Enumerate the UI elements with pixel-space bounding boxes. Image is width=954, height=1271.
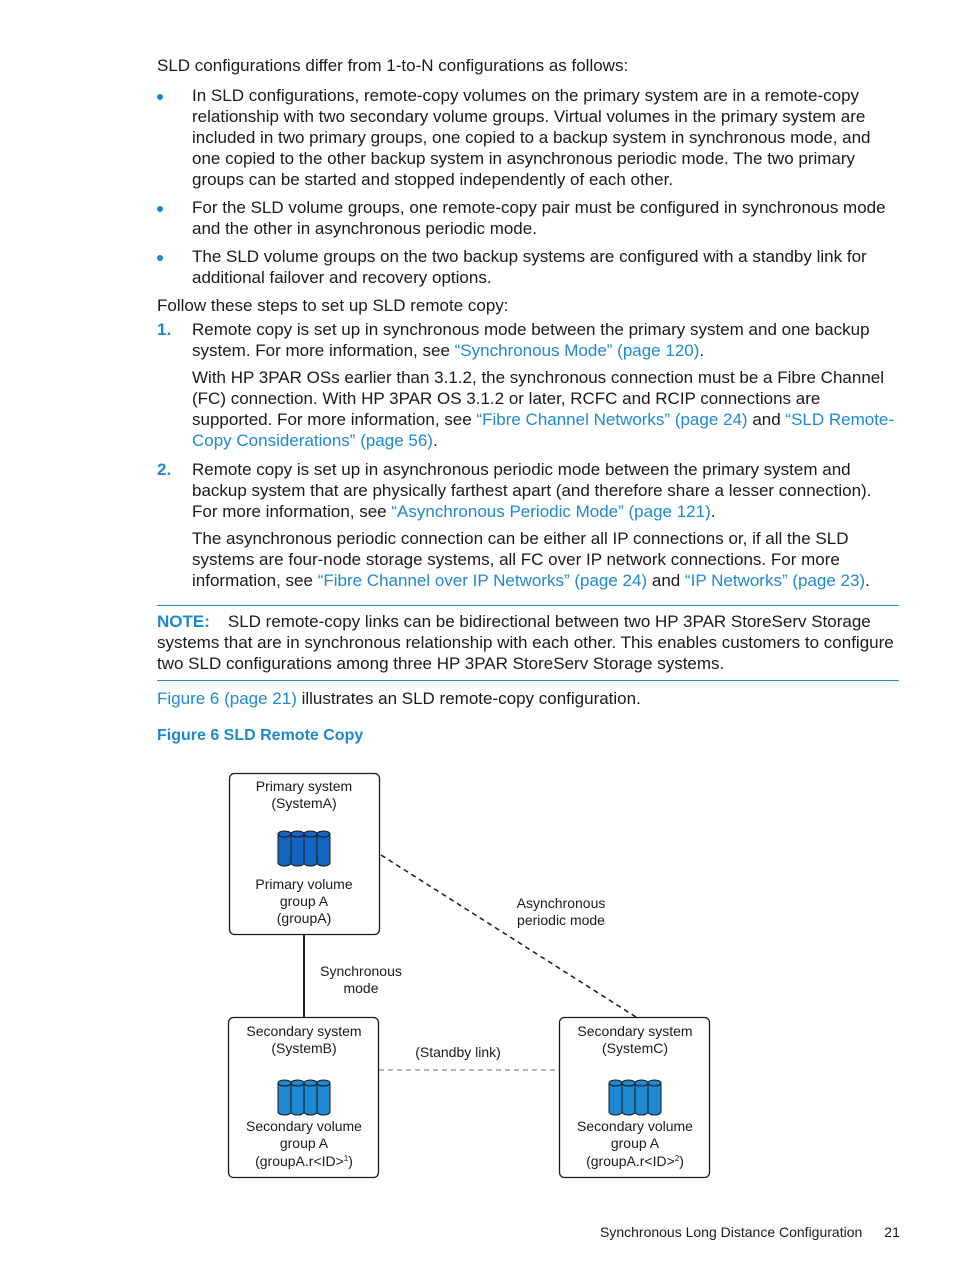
figure-caption: Figure 6 SLD Remote Copy [157,727,364,744]
volume-cylinder [621,1079,636,1116]
secondary-c-volume-icon [608,1079,662,1116]
bullet-icon [157,94,163,100]
volume-cylinder [303,830,318,867]
primary-system-id: (SystemA) [271,795,336,811]
secondary-b-volume-group: group A [280,1135,329,1151]
link-fibre-channel-over-ip[interactable]: “Fibre Channel over IP Networks” (page 2… [318,571,647,590]
intro-paragraph: SLD configurations differ from 1-to-N co… [157,56,629,75]
step-number: 1. [157,320,172,339]
secondary-c-volume-id: (groupA.r<ID>2) [586,1153,684,1169]
volume-cylinder [290,1079,305,1116]
link-ip-networks[interactable]: “IP Networks” (page 23) [685,571,865,590]
list-item: For the SLD volume groups, one remote-co… [157,197,899,239]
volume-cylinder [316,1079,331,1116]
secondary-c-volume-label: Secondary volume [577,1118,693,1134]
differences-list: In SLD configurations, remote-copy volum… [157,85,899,288]
figure-reference: Figure 6 (page 21) illustrates an SLD re… [157,689,641,708]
secondary-b-id: (SystemB) [271,1040,336,1056]
note-label: NOTE: [157,612,210,631]
link-fibre-channel-networks[interactable]: “Fibre Channel Networks” (page 24) [476,410,747,429]
volume-cylinder [290,830,305,867]
link-synchronous-mode[interactable]: “Synchronous Mode” (page 120) [455,341,700,360]
step-item: 2. Remote copy is set up in asynchronous… [157,460,872,590]
secondary-c-title: Secondary system [577,1023,692,1039]
page-footer: Synchronous Long Distance Configuration 2… [600,1222,900,1243]
standby-link-label: (Standby link) [415,1044,501,1060]
volume-cylinder [316,830,331,867]
volume-cylinder [277,830,292,867]
secondary-c-volume-group: group A [611,1135,660,1151]
bullet-icon [157,206,163,212]
async-mode-label: Asynchronous [517,895,606,911]
page-number: 21 [884,1224,900,1240]
secondary-b-title: Secondary system [246,1023,361,1039]
async-mode-label-2: periodic mode [517,912,605,928]
steps-list: 1. Remote copy is set up in synchronous … [157,319,899,591]
step-item: 1. Remote copy is set up in synchronous … [157,320,895,450]
secondary-b-volume-id: (groupA.r<ID>1) [255,1153,353,1169]
sync-mode-label-2: mode [343,980,378,996]
async-link-line [380,854,637,1018]
volume-cylinder [277,1079,292,1116]
primary-system-title: Primary system [256,778,352,794]
list-item: The SLD volume groups on the two backup … [157,246,899,288]
secondary-system-b-node: Secondary system (SystemB) Secondary vol… [227,1016,380,1179]
sync-mode-label: Synchronous [320,963,402,979]
page-content: SLD configurations differ from 1-to-N co… [157,55,899,746]
volume-cylinder [634,1079,649,1116]
volume-cylinder [303,1079,318,1116]
link-figure-6[interactable]: Figure 6 (page 21) [157,689,297,708]
steps-intro: Follow these steps to set up SLD remote … [157,296,509,315]
footer-title: Synchronous Long Distance Configuration [600,1224,863,1240]
secondary-b-volume-label: Secondary volume [246,1118,362,1134]
primary-volume-id: (groupA) [277,910,331,926]
note-box: NOTE: SLD remote-copy links can be bidire… [157,605,899,681]
primary-volume-label: Primary volume [255,876,352,892]
primary-system-node: Primary system (SystemA) Primary volume … [228,772,381,936]
list-item: In SLD configurations, remote-copy volum… [157,85,899,190]
bullet-icon [157,255,163,261]
link-asynchronous-periodic-mode[interactable]: “Asynchronous Periodic Mode” (page 121) [391,502,710,521]
volume-cylinder [608,1079,623,1116]
secondary-system-c-node: Secondary system (SystemC) Secondary vol… [558,1016,711,1179]
step-number: 2. [157,460,172,479]
primary-volume-group: group A [280,893,329,909]
primary-volume-icon [277,830,331,867]
secondary-c-id: (SystemC) [602,1040,668,1056]
secondary-b-volume-icon [277,1079,331,1116]
volume-cylinder [647,1079,662,1116]
note-text: SLD remote-copy links can be bidirection… [157,612,894,673]
